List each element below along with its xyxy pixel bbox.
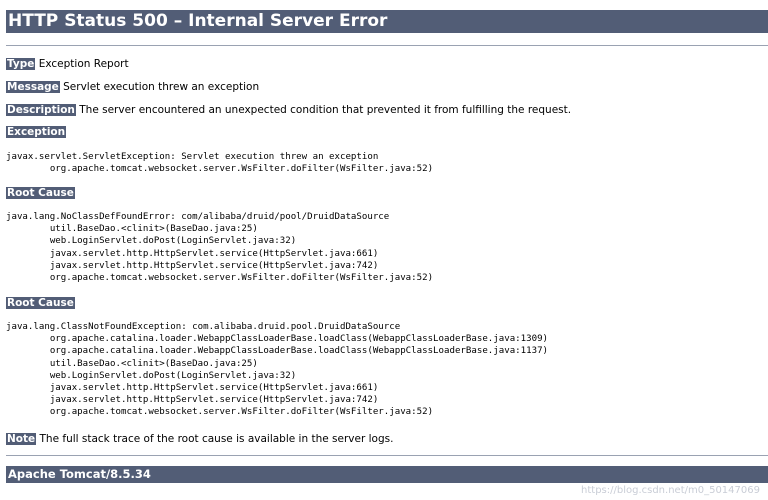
type-row: Type Exception Report xyxy=(6,57,129,71)
note-value: The full stack trace of the root cause i… xyxy=(39,433,394,445)
type-label: Type xyxy=(6,58,36,70)
root-cause-heading-2: Root Cause xyxy=(6,296,75,310)
root-cause-heading-1: Root Cause xyxy=(6,186,75,200)
server-footer: Apache Tomcat/8.5.34 xyxy=(6,466,768,483)
root-cause-label: Root Cause xyxy=(6,187,75,199)
root-cause-trace-1: java.lang.NoClassDefFoundError: com/alib… xyxy=(6,212,434,284)
description-row: Description The server encountered an un… xyxy=(6,103,571,117)
exception-label: Exception xyxy=(6,126,67,138)
exception-trace: javax.servlet.ServletException: Servlet … xyxy=(6,152,434,175)
root-cause-label: Root Cause xyxy=(6,297,75,309)
divider xyxy=(6,45,768,46)
exception-heading: Exception xyxy=(6,125,67,139)
page-title: HTTP Status 500 – Internal Server Error xyxy=(6,10,768,33)
note-label: Note xyxy=(6,433,37,445)
message-row: Message Servlet execution threw an excep… xyxy=(6,80,259,94)
message-value: Servlet execution threw an exception xyxy=(63,81,260,93)
note-row: Note The full stack trace of the root ca… xyxy=(6,432,393,446)
type-value: Exception Report xyxy=(38,58,129,70)
root-cause-trace-2: java.lang.ClassNotFoundException: com.al… xyxy=(6,322,549,418)
description-value: The server encountered an unexpected con… xyxy=(79,104,572,116)
description-label: Description xyxy=(6,104,76,116)
message-label: Message xyxy=(6,81,60,93)
watermark: https://blog.csdn.net/m0_50147069 xyxy=(581,485,760,496)
divider xyxy=(6,455,768,456)
